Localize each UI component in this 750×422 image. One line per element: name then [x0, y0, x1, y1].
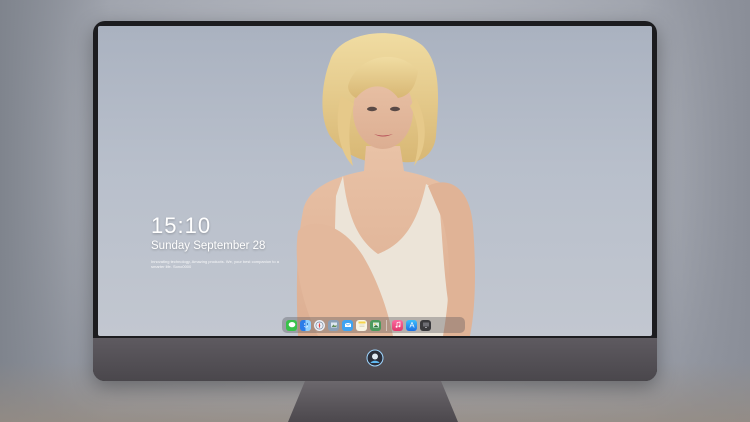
- messages-icon[interactable]: [286, 319, 297, 331]
- safari-compass-icon[interactable]: [314, 319, 325, 331]
- mail-envelope-icon[interactable]: [342, 319, 353, 331]
- lock-date: Sunday September 28: [151, 240, 266, 252]
- lock-clock: 15:10: [151, 213, 212, 238]
- preview-picture-icon[interactable]: [328, 319, 339, 331]
- terminal-monitor-icon[interactable]: [420, 319, 431, 331]
- brand-logo-icon: [366, 349, 384, 367]
- dock: [282, 317, 465, 333]
- wallpaper-portrait: [296, 33, 475, 336]
- notes-notepad-icon[interactable]: [356, 319, 367, 331]
- lock-tagline: Innovating technology, Amazing products.…: [151, 259, 279, 269]
- dock-separator: [386, 319, 387, 331]
- monitor-stand: [288, 381, 458, 422]
- app-store-icon[interactable]: [406, 319, 417, 331]
- lock-screen: 15:10 Sunday September 28 Innovating tec…: [98, 26, 652, 336]
- finder-icon[interactable]: [300, 319, 311, 331]
- photos-icon[interactable]: [370, 319, 381, 331]
- music-note-icon[interactable]: [392, 319, 403, 331]
